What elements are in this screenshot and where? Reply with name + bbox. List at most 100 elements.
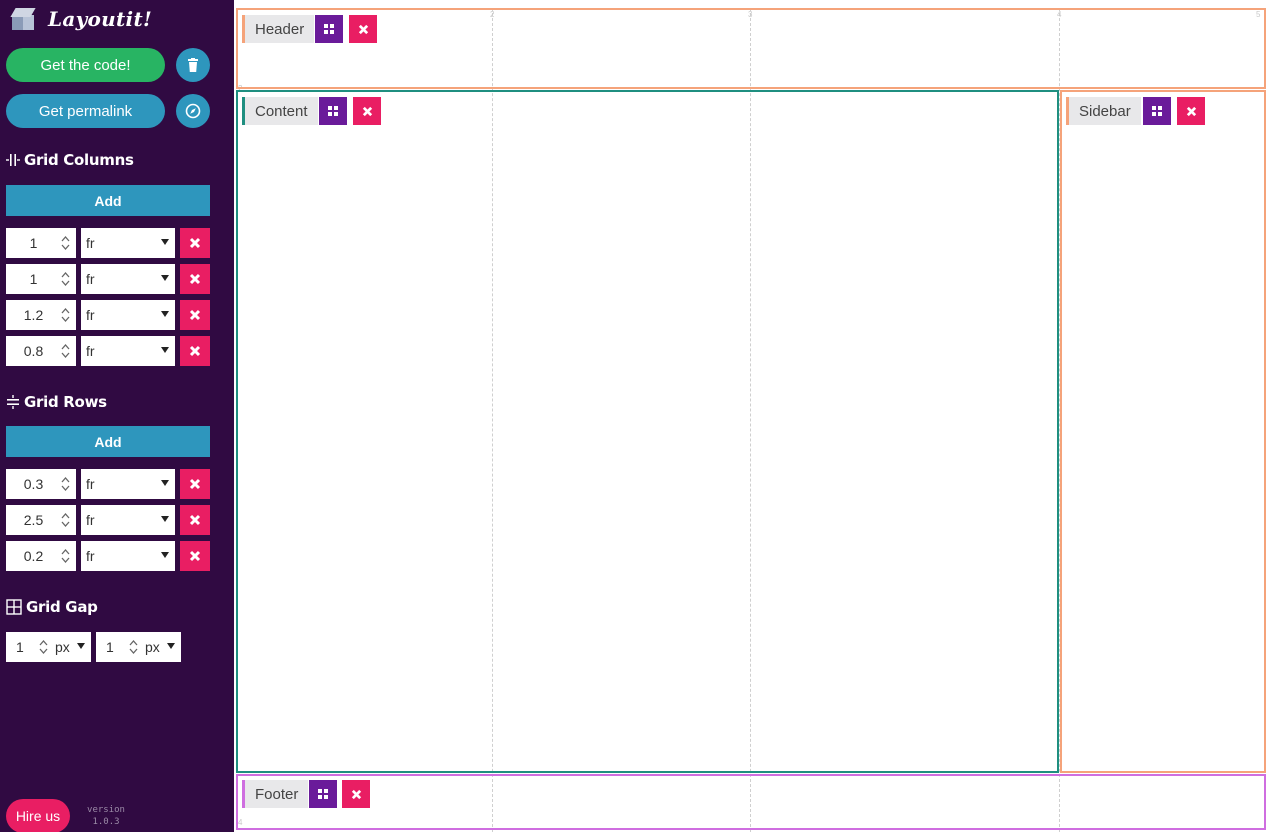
compass-icon <box>185 103 201 119</box>
column-value-input[interactable]: 1.2 <box>6 300 76 330</box>
stepper-icon[interactable] <box>129 640 138 654</box>
close-icon <box>351 789 361 799</box>
delete-column-button[interactable] <box>180 336 210 366</box>
edit-sidebar-button[interactable] <box>1143 97 1171 125</box>
edit-footer-button[interactable] <box>309 780 337 808</box>
delete-row-button[interactable] <box>180 505 210 535</box>
close-icon <box>362 106 372 116</box>
grid-rows-heading: Grid Rows <box>6 393 107 411</box>
stepper-icon[interactable] <box>61 513 70 527</box>
stepper-icon[interactable] <box>61 477 70 491</box>
add-row-button[interactable]: Add <box>6 426 210 457</box>
sidebar-area[interactable]: Sidebar <box>1060 90 1266 773</box>
cube-icon <box>10 6 36 32</box>
column-unit-select[interactable]: fr <box>81 228 175 258</box>
header-area[interactable]: Header <box>236 8 1266 89</box>
delete-row-button[interactable] <box>180 541 210 571</box>
row-control-2: 2.5 fr <box>6 505 210 535</box>
row-unit-select[interactable]: fr <box>81 541 175 571</box>
column-value-input[interactable]: 1 <box>6 264 76 294</box>
grid-gap-heading: Grid Gap <box>6 598 98 616</box>
column-gap-unit[interactable]: px <box>55 639 70 655</box>
column-unit-select[interactable]: fr <box>81 300 175 330</box>
footer-area-label[interactable]: Footer <box>242 780 309 808</box>
row-unit-select[interactable]: fr <box>81 505 175 535</box>
stepper-icon[interactable] <box>39 640 48 654</box>
get-code-button[interactable]: Get the code! <box>6 48 165 82</box>
chevron-down-icon <box>161 516 169 522</box>
content-area-label[interactable]: Content <box>242 97 318 125</box>
column-value-input[interactable]: 0.8 <box>6 336 76 366</box>
column-gap-input[interactable]: 1 px <box>6 632 91 662</box>
stepper-icon[interactable] <box>61 236 70 250</box>
stepper-icon[interactable] <box>61 344 70 358</box>
delete-sidebar-button[interactable] <box>1177 97 1205 125</box>
grid-columns-heading: Grid Columns <box>6 151 134 169</box>
chevron-down-icon <box>161 275 169 281</box>
row-gap-unit[interactable]: px <box>145 639 160 655</box>
delete-column-button[interactable] <box>180 300 210 330</box>
footer-area[interactable]: Footer <box>236 774 1266 830</box>
columns-icon <box>6 153 20 167</box>
sidebar-area-label[interactable]: Sidebar <box>1066 97 1141 125</box>
column-unit-select[interactable]: fr <box>81 336 175 366</box>
content-area[interactable]: Content <box>236 90 1059 773</box>
close-icon <box>358 24 368 34</box>
close-icon <box>189 237 201 249</box>
delete-header-button[interactable] <box>349 15 377 43</box>
chevron-down-icon <box>161 552 169 558</box>
row-control-1: 0.3 fr <box>6 469 210 499</box>
grid-four-icon <box>324 24 334 34</box>
close-icon <box>189 273 201 285</box>
delete-row-button[interactable] <box>180 469 210 499</box>
delete-column-button[interactable] <box>180 264 210 294</box>
permalink-icon-button[interactable] <box>176 94 210 128</box>
close-icon <box>189 345 201 357</box>
logo[interactable]: Layoutit! <box>10 4 152 34</box>
grid-four-icon <box>328 106 338 116</box>
version-label: version <box>87 805 125 815</box>
row-value-input[interactable]: 0.2 <box>6 541 76 571</box>
row-control-3: 0.2 fr <box>6 541 210 571</box>
edit-content-button[interactable] <box>319 97 347 125</box>
grid-gap-icon <box>6 599 22 615</box>
edit-header-button[interactable] <box>315 15 343 43</box>
reset-button[interactable] <box>176 48 210 82</box>
chevron-down-icon <box>161 311 169 317</box>
close-icon <box>189 550 201 562</box>
row-unit-select[interactable]: fr <box>81 469 175 499</box>
header-area-label[interactable]: Header <box>242 15 315 43</box>
row-gap-input[interactable]: 1 px <box>96 632 181 662</box>
version-number: 1.0.3 <box>92 817 120 827</box>
grid-four-icon <box>318 789 328 799</box>
column-row-4: 0.8 fr <box>6 336 210 366</box>
chevron-down-icon <box>161 347 169 353</box>
delete-footer-button[interactable] <box>342 780 370 808</box>
layoutit-app: Layoutit! Get the code! Get permalink Gr… <box>0 0 1268 832</box>
rows-icon <box>6 395 20 409</box>
close-icon <box>189 478 201 490</box>
stepper-icon[interactable] <box>61 308 70 322</box>
column-row-3: 1.2 fr <box>6 300 210 330</box>
chevron-down-icon <box>161 480 169 486</box>
stepper-icon[interactable] <box>61 272 70 286</box>
trash-icon <box>188 58 198 72</box>
close-icon <box>189 514 201 526</box>
stepper-icon[interactable] <box>61 549 70 563</box>
app-title: Layoutit! <box>48 7 153 31</box>
row-value-input[interactable]: 0.3 <box>6 469 76 499</box>
delete-column-button[interactable] <box>180 228 210 258</box>
add-column-button[interactable]: Add <box>6 185 210 216</box>
close-icon <box>189 309 201 321</box>
column-value-input[interactable]: 1 <box>6 228 76 258</box>
chevron-down-icon <box>77 643 85 649</box>
version-info: version 1.0.3 <box>84 804 128 828</box>
delete-content-button[interactable] <box>353 97 381 125</box>
column-unit-select[interactable]: fr <box>81 264 175 294</box>
hire-us-button[interactable]: Hire us <box>6 799 70 832</box>
grid-preview: 2 3 4 5 2 4 Header Content Sidebar Foote… <box>234 8 1268 832</box>
close-icon <box>1186 106 1196 116</box>
column-row-2: 1 fr <box>6 264 210 294</box>
row-value-input[interactable]: 2.5 <box>6 505 76 535</box>
get-permalink-button[interactable]: Get permalink <box>6 94 165 128</box>
